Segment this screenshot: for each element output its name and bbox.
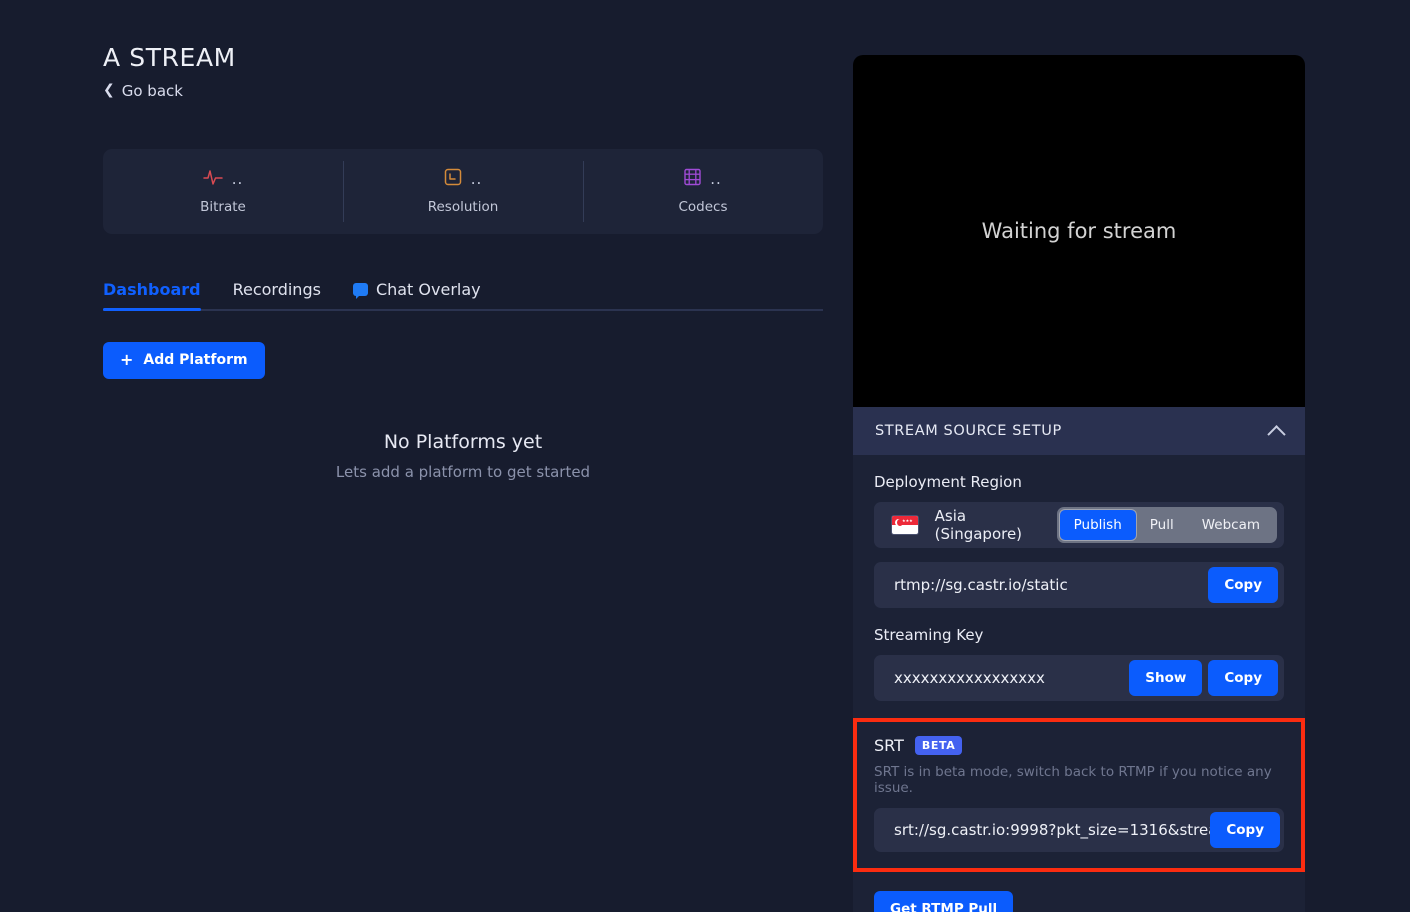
tab-chat-overlay[interactable]: Chat Overlay	[352, 279, 481, 299]
stat-top-row: ..	[202, 168, 244, 190]
get-rtmp-pull-button[interactable]: Get RTMP Pull	[874, 891, 1014, 912]
source-mode-toggle-group: Publish Pull Webcam	[1056, 507, 1277, 543]
player-status-text: Waiting for stream	[981, 219, 1177, 243]
mode-publish-button[interactable]: Publish	[1059, 510, 1136, 540]
activity-pulse-icon	[202, 168, 223, 190]
deployment-region-row: ★★★ Asia (Singapore) Publish Pull Webcam	[874, 502, 1284, 548]
page-title: A STREAM	[103, 43, 236, 72]
singapore-flag-icon: ★★★	[892, 516, 918, 534]
plus-icon: +	[120, 350, 134, 369]
streaming-key-value[interactable]: xxxxxxxxxxxxxxxxx	[874, 669, 1129, 687]
mode-pull-button[interactable]: Pull	[1136, 510, 1188, 540]
rtmp-url-value[interactable]: rtmp://sg.castr.io/static	[874, 576, 1208, 594]
tab-bar: Dashboard Recordings Chat Overlay	[103, 279, 823, 311]
stream-source-setup-header[interactable]: STREAM SOURCE SETUP	[853, 407, 1305, 455]
film-strip-icon	[684, 168, 701, 190]
stat-label: Resolution	[427, 198, 499, 215]
stream-setup-panel: Waiting for stream STREAM SOURCE SETUP D…	[853, 55, 1305, 912]
tab-label: Dashboard	[103, 279, 201, 299]
tab-dashboard[interactable]: Dashboard	[103, 279, 201, 311]
chat-bubble-icon	[352, 283, 368, 299]
region-info: ★★★ Asia (Singapore)	[892, 507, 1057, 543]
stat-resolution: .. Resolution	[343, 149, 583, 234]
streaming-key-section: Streaming Key xxxxxxxxxxxxxxxxx Show Cop…	[874, 626, 1284, 701]
chevron-up-icon[interactable]	[1267, 424, 1286, 444]
tab-label: Recordings	[232, 279, 321, 299]
add-platform-label: Add Platform	[143, 352, 248, 368]
resolution-frame-icon	[444, 168, 462, 190]
srt-section-highlight: SRT BETA SRT is in beta mode, switch bac…	[853, 718, 1305, 872]
stat-codecs: .. Codecs	[583, 149, 823, 234]
srt-title: SRT	[874, 736, 904, 755]
srt-note: SRT is in beta mode, switch back to RTMP…	[874, 764, 1272, 796]
empty-state: No Platforms yet Lets add a platform to …	[103, 431, 823, 481]
empty-state-title: No Platforms yet	[383, 430, 543, 453]
empty-state-subtitle: Lets add a platform to get started	[335, 462, 591, 481]
stat-bitrate: .. Bitrate	[103, 149, 343, 234]
srt-url-value[interactable]: srt://sg.castr.io:9998?pkt_size=1316&str…	[874, 821, 1210, 839]
rtmp-copy-button[interactable]: Copy	[1208, 567, 1278, 603]
deployment-region-label: Deployment Region	[874, 473, 1022, 491]
go-back-label: Go back	[121, 81, 183, 100]
add-platform-button[interactable]: + Add Platform	[103, 341, 265, 379]
streaming-key-show-button[interactable]: Show	[1129, 660, 1203, 696]
srt-copy-button[interactable]: Copy	[1210, 812, 1280, 848]
stat-label: Codecs	[678, 198, 728, 215]
tab-label: Chat Overlay	[375, 279, 481, 299]
stat-value: ..	[231, 169, 244, 188]
stat-label: Bitrate	[200, 198, 246, 215]
left-column: A STREAM ❮ Go back .. Bitrate .. Resolut…	[103, 44, 823, 481]
chevron-left-icon: ❮	[103, 81, 115, 98]
streaming-key-label: Streaming Key	[874, 626, 984, 644]
app-root: A STREAM ❮ Go back .. Bitrate .. Resolut…	[0, 0, 1410, 912]
stat-value: ..	[710, 169, 722, 188]
rtmp-url-row: rtmp://sg.castr.io/static Copy	[874, 562, 1284, 608]
region-name: Asia (Singapore)	[934, 507, 1023, 543]
srt-header: SRT BETA	[874, 736, 1284, 755]
beta-badge: BETA	[914, 736, 963, 755]
streaming-key-row: xxxxxxxxxxxxxxxxx Show Copy	[874, 655, 1284, 701]
streaming-key-copy-button[interactable]: Copy	[1208, 660, 1278, 696]
panel-title: STREAM SOURCE SETUP	[875, 423, 1062, 439]
tab-recordings[interactable]: Recordings	[232, 279, 321, 299]
video-player[interactable]: Waiting for stream	[853, 55, 1305, 407]
mode-webcam-button[interactable]: Webcam	[1188, 510, 1274, 540]
stream-stats-bar: .. Bitrate .. Resolution .. Codecs	[103, 148, 823, 234]
stat-top-row: ..	[444, 168, 483, 190]
panel-body: Deployment Region ★★★ Asia (Singapore) P…	[853, 455, 1305, 912]
srt-url-row: srt://sg.castr.io:9998?pkt_size=1316&str…	[874, 808, 1284, 852]
go-back-link[interactable]: ❮ Go back	[103, 82, 183, 100]
stat-value: ..	[470, 169, 483, 188]
stat-top-row: ..	[684, 168, 722, 190]
